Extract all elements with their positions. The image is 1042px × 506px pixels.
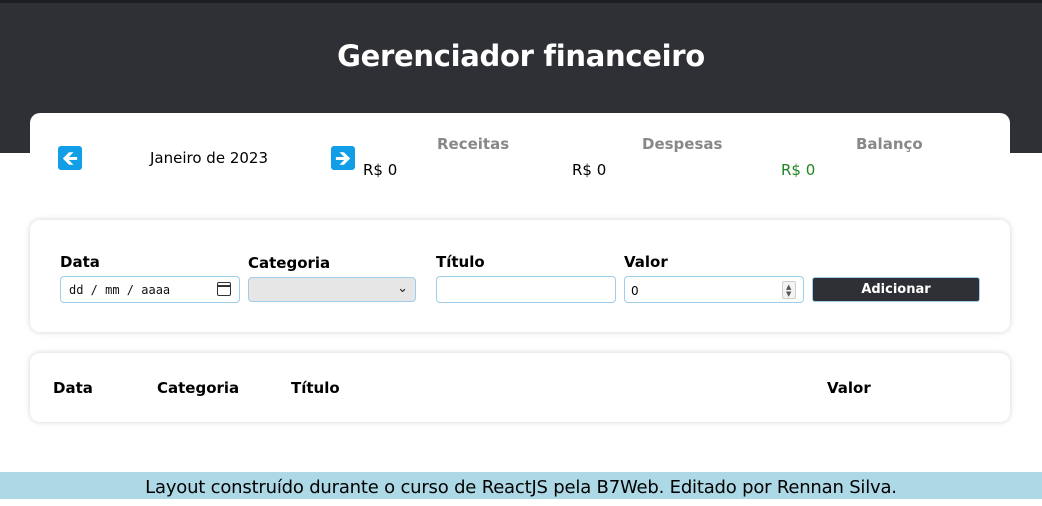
titulo-input[interactable] — [436, 276, 616, 303]
add-item-form: Data Categoria Título Valor dd / mm / aa… — [30, 220, 1010, 332]
valor-input[interactable]: 0 ▲ ▼ — [624, 276, 804, 303]
stepper-down-icon[interactable]: ▼ — [786, 291, 791, 298]
arrow-left-icon: 🡸 — [61, 146, 79, 170]
categoria-label: Categoria — [248, 254, 331, 272]
date-placeholder: dd / mm / aaaa — [69, 283, 171, 297]
balanco-value: R$ 0 — [781, 161, 816, 179]
prev-month-button[interactable]: 🡸 — [58, 146, 82, 170]
calendar-icon[interactable] — [217, 282, 231, 296]
column-header-categoria: Categoria — [157, 379, 240, 397]
footer-text: Layout construído durante o curso de Rea… — [145, 477, 897, 498]
titulo-label: Título — [436, 253, 485, 271]
transactions-table: Data Categoria Título Valor — [30, 353, 1010, 422]
receitas-value: R$ 0 — [363, 161, 398, 179]
data-label: Data — [60, 253, 100, 271]
despesas-title: Despesas — [642, 135, 723, 153]
column-header-data: Data — [53, 379, 93, 397]
add-button[interactable]: Adicionar — [812, 277, 980, 302]
arrow-right-icon: 🡺 — [334, 146, 352, 170]
balanco-title: Balanço — [856, 135, 923, 153]
date-input[interactable]: dd / mm / aaaa — [60, 276, 240, 303]
footer: Layout construído durante o curso de Rea… — [0, 472, 1042, 499]
categoria-select[interactable]: ⌄ — [248, 277, 416, 302]
valor-label: Valor — [624, 253, 668, 271]
info-area: 🡸 Janeiro de 2023 🡺 Receitas Despesas Ba… — [30, 113, 1010, 203]
receitas-title: Receitas — [437, 135, 510, 153]
chevron-down-icon: ⌄ — [397, 281, 408, 296]
page-title: Gerenciador financeiro — [337, 39, 705, 73]
next-month-button[interactable]: 🡺 — [331, 146, 355, 170]
column-header-titulo: Título — [291, 379, 340, 397]
number-stepper[interactable]: ▲ ▼ — [782, 281, 796, 299]
despesas-value: R$ 0 — [572, 161, 607, 179]
current-month-label: Janeiro de 2023 — [150, 149, 268, 167]
valor-value: 0 — [631, 284, 639, 298]
column-header-valor: Valor — [827, 379, 871, 397]
